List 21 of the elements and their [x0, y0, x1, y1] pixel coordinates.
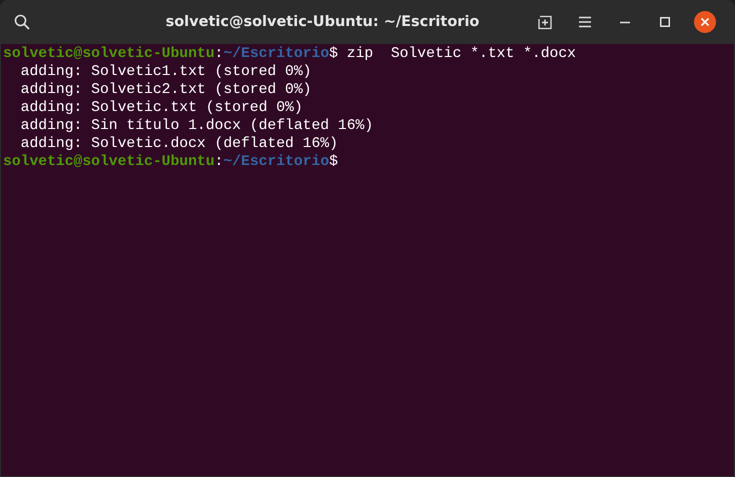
- prompt-user: solvetic@solvetic-Ubuntu: [3, 154, 215, 170]
- output-line: adding: Solvetic.docx (deflated 16%): [20, 136, 338, 152]
- prompt-symbol: $: [329, 154, 338, 170]
- maximize-icon[interactable]: [660, 17, 670, 27]
- search-icon[interactable]: [14, 14, 30, 30]
- prompt-path: ~/Escritorio: [223, 46, 330, 62]
- command-text: zip Solvetic *.txt *.docx: [346, 46, 576, 62]
- prompt-symbol: $: [329, 46, 338, 62]
- new-tab-icon[interactable]: [537, 14, 553, 30]
- output-line: adding: Sin título 1.docx (deflated 16%): [20, 118, 374, 134]
- prompt-user: solvetic@solvetic-Ubuntu: [3, 46, 215, 62]
- window-title: solvetic@solvetic-Ubuntu: ~/Escritorio: [164, 14, 480, 30]
- menu-icon[interactable]: [578, 16, 592, 28]
- output-line: adding: Solvetic.txt (stored 0%): [20, 100, 303, 116]
- prompt-separator: :: [214, 46, 224, 62]
- minimize-icon[interactable]: [620, 20, 630, 24]
- prompt-path: ~/Escritorio: [223, 154, 330, 170]
- close-icon[interactable]: [694, 11, 716, 33]
- prompt-separator: :: [214, 154, 224, 170]
- output-line: adding: Solvetic1.txt (stored 0%): [20, 64, 312, 80]
- output-line: adding: Solvetic2.txt (stored 0%): [20, 82, 312, 98]
